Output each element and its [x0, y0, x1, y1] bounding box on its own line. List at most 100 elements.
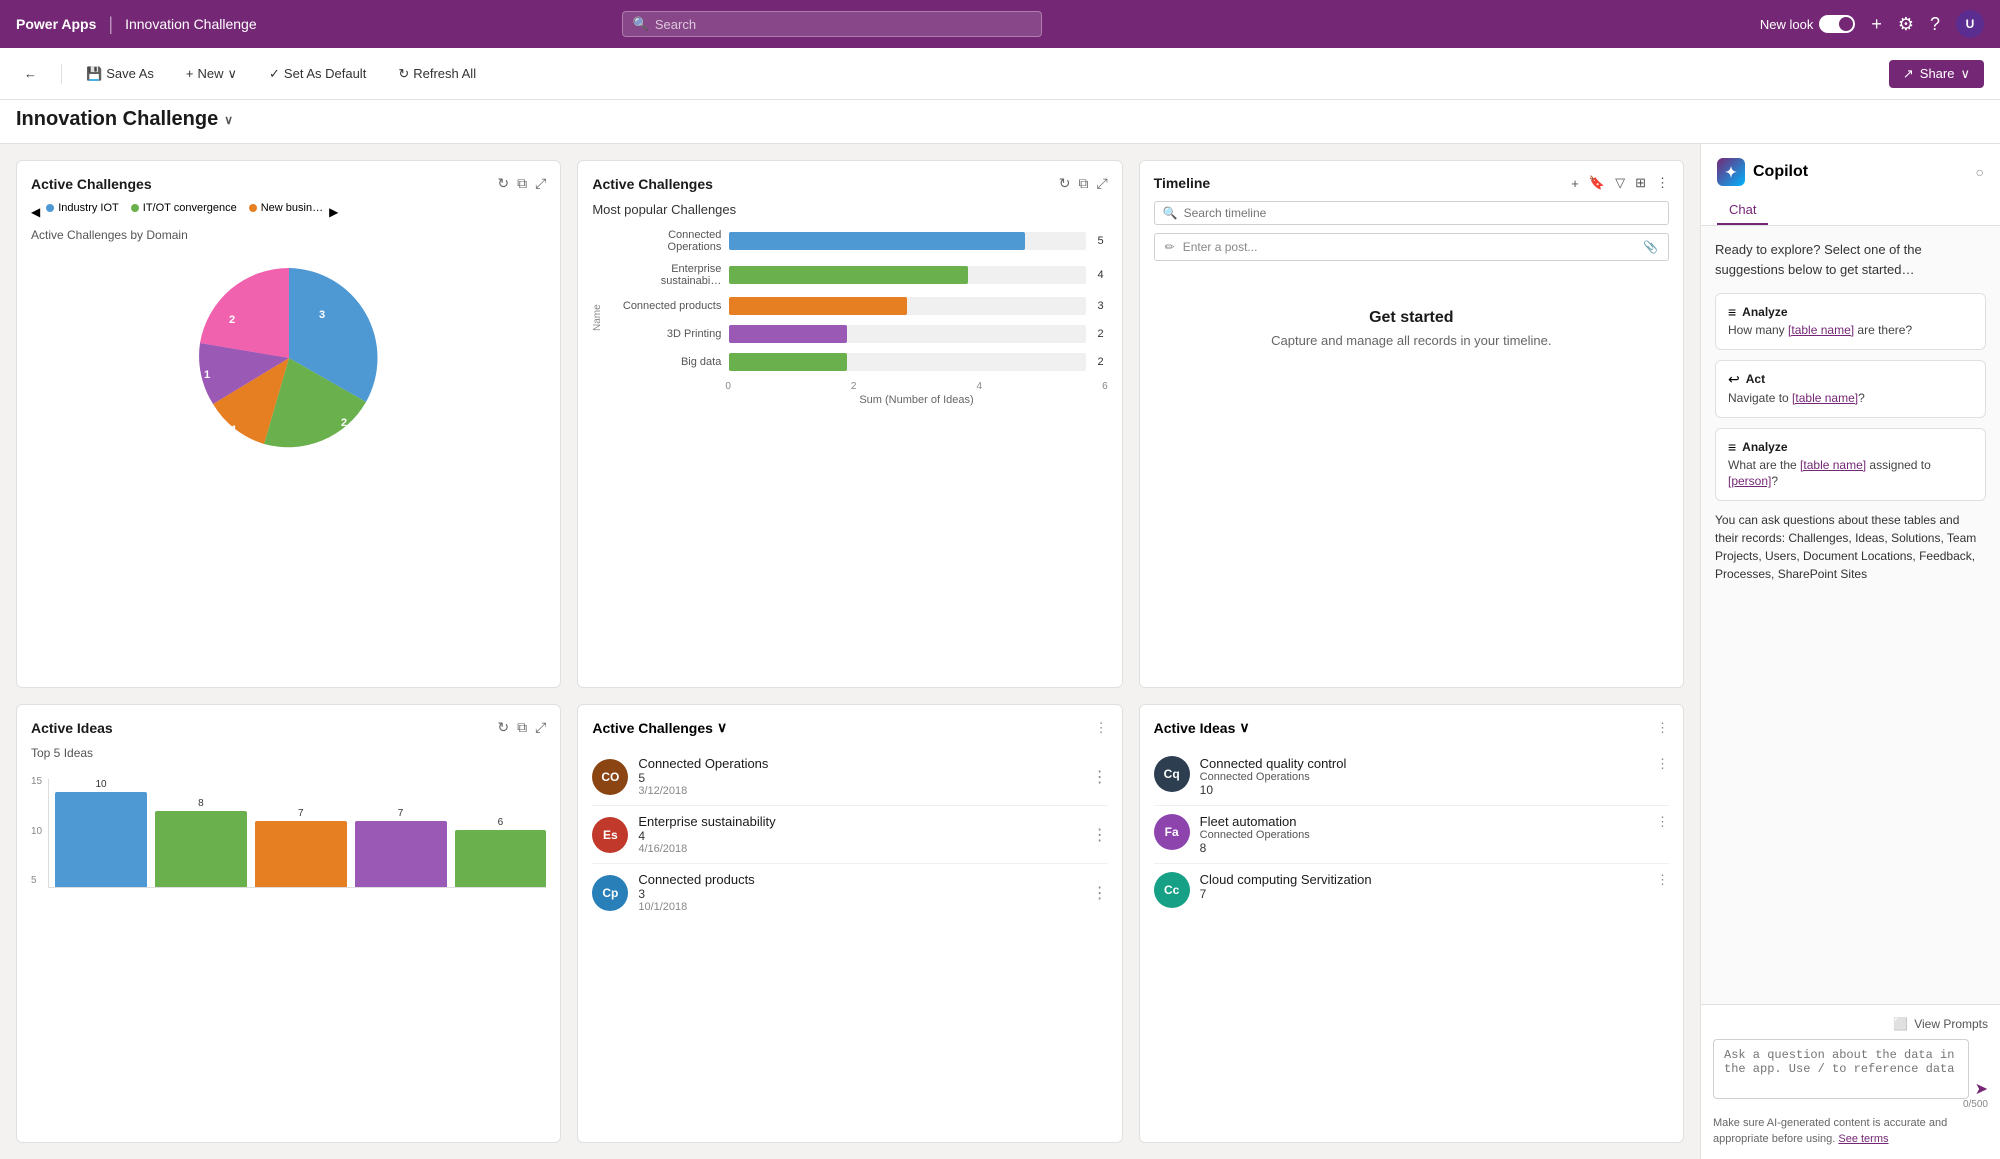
timeline-post-input[interactable]: ✏ Enter a post... 📎 [1154, 233, 1669, 261]
help-icon[interactable]: ? [1930, 14, 1940, 35]
refresh-bar-icon[interactable]: ↻ [1059, 175, 1071, 192]
user-avatar[interactable]: U [1956, 10, 1984, 38]
challenges-chevron-icon[interactable]: ∨ [717, 719, 727, 736]
gear-icon[interactable]: ⚙ [1898, 14, 1914, 35]
ideas-bar-5 [455, 830, 547, 887]
idea-avatar-2: Fa [1154, 814, 1190, 850]
refresh-button[interactable]: ↻ Refresh All [390, 62, 484, 86]
copilot-intro: Ready to explore? Select one of the sugg… [1715, 240, 1986, 279]
ideas-bar-chart: 15 10 5 10 8 7 [31, 768, 546, 888]
page-title[interactable]: Innovation Challenge ∨ [16, 108, 1984, 131]
edit-icon: ✏ [1165, 240, 1175, 254]
table-name-link-3[interactable]: [table name] [1800, 458, 1866, 472]
copilot-body: Ready to explore? Select one of the sugg… [1701, 226, 2000, 1004]
save-as-button[interactable]: 💾 Save As [78, 62, 162, 86]
ideas-bar-3 [255, 821, 347, 887]
ideas-chevron-icon[interactable]: ∨ [1239, 719, 1249, 736]
copilot-send-button[interactable]: ➤ [1975, 1079, 1988, 1099]
nav-right-actions: New look + ⚙ ? U [1760, 10, 1984, 38]
copy-icon[interactable]: ⧉ [517, 175, 527, 192]
bar-fill-4 [729, 325, 847, 343]
copilot-tabs: Chat [1717, 196, 1984, 225]
timeline-search-bar[interactable]: 🔍 [1154, 201, 1669, 225]
new-look-toggle[interactable]: New look [1760, 15, 1855, 33]
ideas-bar-col-3: 7 [255, 808, 347, 887]
refresh-ideas-icon[interactable]: ↻ [497, 719, 509, 736]
ideas-bars-container: 10 8 7 7 6 [48, 779, 546, 888]
challenges-list-header: Active Challenges ∨ ⋮ [592, 719, 1107, 736]
ideas-list-header: Active Ideas ∨ ⋮ [1154, 719, 1669, 736]
copilot-close-icon[interactable]: ○ [1976, 164, 1984, 180]
x-axis-label: Sum (Number of Ideas) [607, 394, 1107, 406]
tab-chat[interactable]: Chat [1717, 196, 1768, 225]
copy-ideas-icon[interactable]: ⧉ [517, 719, 527, 736]
timeline-add-icon[interactable]: + [1571, 176, 1579, 191]
bar-card-icons: ↻ ⧉ ⤢ [1059, 175, 1108, 192]
bar-row-4: 3D Printing 2 [611, 325, 1103, 343]
ideas-bar-4 [355, 821, 447, 887]
svg-text:1: 1 [231, 424, 237, 436]
copilot-panel: ✦ Copilot ○ Chat Ready to explore? Selec… [1700, 144, 2000, 1159]
legend-item-2: IT/OT convergence [131, 202, 237, 214]
challenges-more-icon[interactable]: ⋮ [1095, 720, 1108, 736]
suggestion-3-header: ≡ Analyze [1728, 439, 1973, 455]
legend-next-icon[interactable]: ▶ [329, 205, 338, 219]
idea-menu-2[interactable]: ⋮ [1656, 814, 1669, 830]
dashboard: Active Challenges ↻ ⧉ ⤢ ◀ Industry IOT [0, 144, 1700, 1159]
challenge-menu-2[interactable]: ⋮ [1092, 825, 1108, 845]
challenge-menu-3[interactable]: ⋮ [1092, 883, 1108, 903]
copy-bar-icon[interactable]: ⧉ [1078, 175, 1088, 192]
idea-menu-1[interactable]: ⋮ [1656, 756, 1669, 772]
expand-ideas-icon[interactable]: ⤢ [535, 719, 546, 736]
toolbar-separator-1 [61, 64, 62, 84]
idea-menu-3[interactable]: ⋮ [1656, 872, 1669, 888]
timeline-filter-icon[interactable]: ▽ [1615, 175, 1625, 191]
view-prompts-button[interactable]: ⬜ View Prompts [1713, 1017, 1988, 1031]
nav-divider: | [108, 14, 113, 35]
person-link[interactable]: [person] [1728, 474, 1771, 488]
new-look-switch[interactable] [1819, 15, 1855, 33]
set-default-button[interactable]: ✓ Set As Default [261, 62, 374, 86]
brand-label: Power Apps [16, 16, 96, 32]
timeline-search-input[interactable] [1184, 206, 1660, 220]
save-icon: 💾 [86, 66, 102, 82]
timeline-bookmark-icon[interactable]: 🔖 [1589, 175, 1605, 191]
copilot-suggestion-3[interactable]: ≡ Analyze What are the [table name] assi… [1715, 428, 1986, 502]
idea-avatar-1: Cq [1154, 756, 1190, 792]
table-name-link-1[interactable]: [table name] [1788, 323, 1854, 337]
table-name-link-2[interactable]: [table name] [1792, 391, 1858, 405]
bar-chart-container: Connected Operations 5 Enterprise sustai… [607, 229, 1107, 371]
add-icon[interactable]: + [1871, 14, 1882, 35]
svg-text:2: 2 [341, 417, 347, 429]
idea-item-3: Cc Cloud computing Servitization 7 ⋮ [1154, 864, 1669, 916]
back-button[interactable]: ← [16, 62, 45, 85]
copilot-suggestion-2[interactable]: ↩ Act Navigate to [table name]? [1715, 360, 1986, 418]
timeline-header: Timeline + 🔖 ▽ ⊞ ⋮ [1154, 175, 1669, 191]
legend-prev-icon[interactable]: ◀ [31, 205, 40, 219]
refresh-icon: ↻ [398, 66, 409, 82]
expand-bar-icon[interactable]: ⤢ [1096, 175, 1107, 192]
global-search[interactable]: 🔍 [622, 11, 1042, 37]
legend-dot-2 [131, 204, 139, 212]
attachment-icon[interactable]: 📎 [1643, 240, 1658, 254]
pie-card-title: Active Challenges [31, 176, 152, 192]
new-button[interactable]: + New ∨ [178, 62, 245, 86]
copilot-logo-icon: ✦ [1717, 158, 1745, 186]
timeline-columns-icon[interactable]: ⊞ [1635, 175, 1646, 191]
ideas-more-icon[interactable]: ⋮ [1656, 720, 1669, 736]
search-input[interactable] [655, 17, 1031, 32]
copilot-suggestion-1[interactable]: ≡ Analyze How many [table name] are ther… [1715, 293, 1986, 350]
challenge-avatar-3: Cp [592, 875, 628, 911]
challenge-menu-1[interactable]: ⋮ [1092, 767, 1108, 787]
search-icon: 🔍 [633, 16, 649, 32]
expand-icon[interactable]: ⤢ [535, 175, 546, 192]
timeline-more-icon[interactable]: ⋮ [1656, 175, 1669, 191]
copilot-chat-input[interactable] [1713, 1039, 1969, 1099]
disclaimer-link[interactable]: See terms [1838, 1133, 1888, 1145]
page-title-bar: Innovation Challenge ∨ [0, 100, 2000, 144]
suggestion-1-text: How many [table name] are there? [1728, 322, 1973, 339]
share-button[interactable]: ↗ Share ∨ [1889, 60, 1984, 88]
refresh-icon[interactable]: ↻ [497, 175, 509, 192]
copilot-footer: ⬜ View Prompts ➤ 0/500 Make sure AI-gene… [1701, 1004, 2000, 1159]
bar-fill-2 [729, 266, 968, 284]
